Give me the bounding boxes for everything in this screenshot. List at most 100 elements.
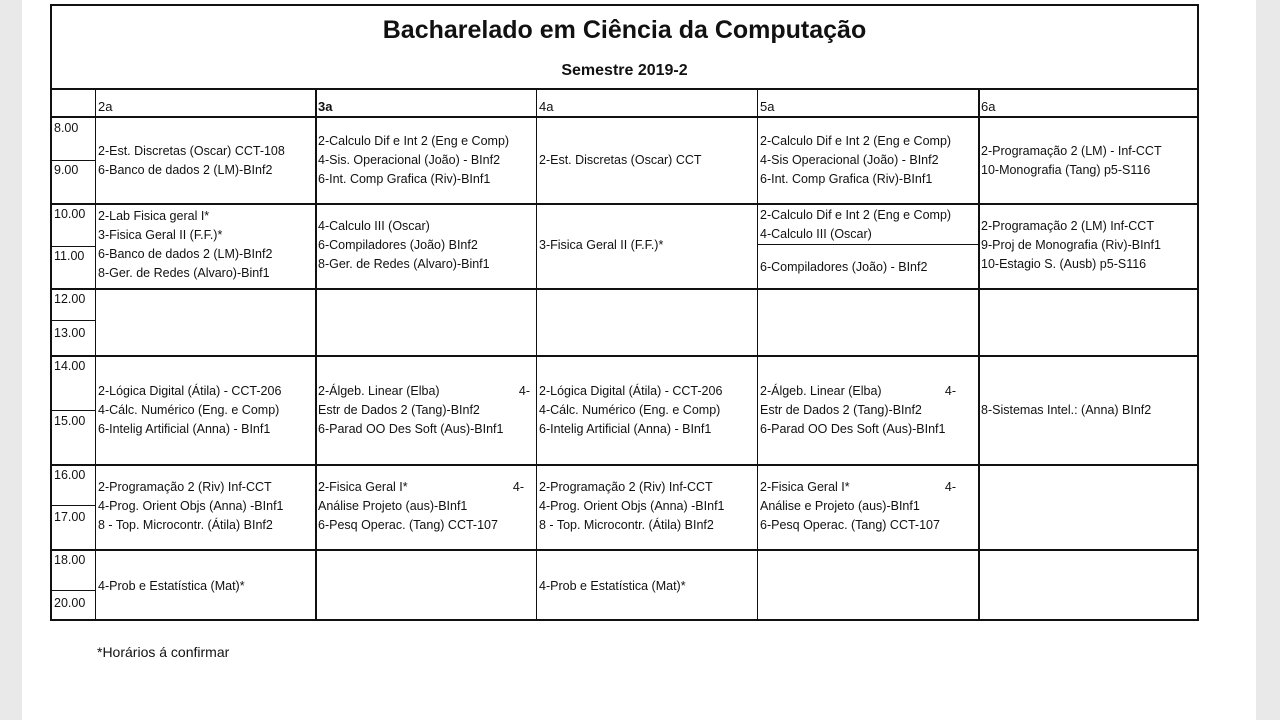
- class-entry: 4-Prog. Orient Objs (Anna) -BInf1: [98, 499, 284, 513]
- time-label: 9.00: [54, 163, 79, 177]
- class-entry: Análise Projeto (aus)-BInf1: [318, 499, 468, 513]
- class-entry: 4-Sis Operacional (João) - BInf2: [760, 153, 939, 167]
- class-cell: 2-Álgeb. Linear (Elba) 4- Estr de Dados 2…: [318, 382, 530, 439]
- page-title: Bacharelado em Ciência da Computação: [382, 16, 867, 44]
- class-entry: Análise e Projeto (aus)-BInf1: [760, 499, 920, 513]
- class-cell: 2-Programação 2 (Riv) Inf-CCT 4-Prog. Or…: [98, 478, 284, 535]
- class-entry: 8-Ger. de Redes (Alvaro)-Binf1: [98, 266, 270, 280]
- row-divider: [52, 288, 1197, 290]
- class-cell: 2-Programação 2 (LM) - Inf-CCT 10-Monogr…: [981, 142, 1162, 180]
- time-label: 15.00: [54, 414, 86, 428]
- class-entry: 2-Álgeb. Linear (Elba) 4-: [760, 382, 968, 401]
- class-entry-prefix: 4-: [512, 480, 524, 494]
- class-entry: 8 - Top. Microcontr. (Átila) BInf2: [98, 518, 273, 532]
- time-divider: [52, 320, 96, 321]
- class-entry: 8-Sistemas Intel.: (Anna) BInf2: [981, 403, 1152, 417]
- class-entry: 2-Lab Fisica geral I*: [98, 209, 210, 223]
- class-entry: 6-Parad OO Des Soft (Aus)-BInf1: [318, 422, 504, 436]
- time-label: 8.00: [54, 121, 79, 135]
- class-entry: 3-Fisica Geral II (F.F.)*: [98, 228, 223, 242]
- class-entry: 2-Programação 2 (LM) Inf-CCT: [981, 219, 1154, 233]
- class-cell: 2-Est. Discretas (Oscar) CCT: [539, 151, 702, 170]
- column-divider: [978, 89, 980, 619]
- class-cell: 2-Calculo Dif e Int 2 (Eng e Comp) 4-Sis…: [760, 132, 951, 189]
- class-entry: 9-Proj de Monografia (Riv)-BInf1: [981, 238, 1161, 252]
- class-entry-prefix: 4-: [944, 384, 956, 398]
- class-cell: 2-Calculo Dif e Int 2 (Eng e Comp) 4-Sis…: [318, 132, 509, 189]
- column-divider: [757, 89, 758, 619]
- time-label: 10.00: [54, 207, 86, 221]
- time-label: 13.00: [54, 326, 86, 340]
- class-entry: 2-Calculo Dif e Int 2 (Eng e Comp): [760, 134, 952, 148]
- time-label: 12.00: [54, 292, 86, 306]
- class-entry: 6-Banco de dados 2 (LM)-BInf2: [98, 247, 273, 261]
- time-divider: [52, 160, 96, 161]
- class-cell: 2-Programação 2 (Riv) Inf-CCT 4-Prog. Or…: [539, 478, 725, 535]
- header-row-divider: [52, 116, 1197, 118]
- class-cell: 4-Prob e Estatística (Mat)*: [98, 577, 245, 596]
- class-entry: 6-Compiladores (João) BInf2: [318, 238, 478, 252]
- class-entry-prefix: 4-: [944, 480, 956, 494]
- class-entry: 2-Est. Discretas (Oscar) CCT: [539, 153, 702, 167]
- time-label: 11.00: [54, 249, 85, 263]
- class-entry: 10-Monografia (Tang) p5-S116: [981, 163, 1151, 177]
- time-label: 20.00: [54, 596, 86, 610]
- class-cell: 6-Compiladores (João) - BInf2: [760, 258, 927, 277]
- class-entry: 6-Intelig Artificial (Anna) - BInf1: [539, 422, 712, 436]
- class-entry: 4-Prob e Estatística (Mat)*: [98, 579, 245, 593]
- day-header: 4a: [539, 99, 554, 114]
- class-entry: Estr de Dados 2 (Tang)-BInf2: [318, 403, 480, 417]
- class-entry-text: 2-Fisica Geral I*: [318, 480, 408, 494]
- class-cell: 2-Álgeb. Linear (Elba) 4- Estr de Dados 2…: [760, 382, 968, 439]
- title-divider: [52, 88, 1197, 90]
- class-entry: 8-Ger. de Redes (Alvaro)-Binf1: [318, 257, 490, 271]
- row-divider: [52, 355, 1197, 357]
- class-entry: 2-Est. Discretas (Oscar) CCT-108: [98, 144, 285, 158]
- class-cell: 2-Fisica Geral I* 4- Análise Projeto (aus…: [318, 478, 524, 535]
- day-header: 3a: [318, 99, 333, 114]
- class-entry-prefix: 4-: [518, 384, 530, 398]
- class-entry: 2-Calculo Dif e Int 2 (Eng e Comp): [760, 208, 952, 222]
- class-entry: 4-Sis. Operacional (João) - BInf2: [318, 153, 501, 167]
- class-entry: 6-Banco de dados 2 (LM)-BInf2: [98, 163, 273, 177]
- column-divider: [95, 89, 96, 619]
- time-label: 18.00: [54, 553, 86, 567]
- time-label: 16.00: [54, 468, 86, 482]
- class-entry: 10-Estagio S. (Ausb) p5-S116: [981, 257, 1147, 271]
- class-cell: 2-Calculo Dif e Int 2 (Eng e Comp) 4-Cal…: [760, 206, 951, 244]
- class-cell: 2-Est. Discretas (Oscar) CCT-108 6-Banco…: [98, 142, 285, 180]
- schedule-table: Bacharelado em Ciência da Computação Sem…: [50, 4, 1199, 621]
- class-entry: 4-Calculo III (Oscar): [318, 219, 430, 233]
- class-entry: 6-Pesq Operac. (Tang) CCT-107: [318, 518, 498, 532]
- class-entry: 4-Calculo III (Oscar): [760, 227, 872, 241]
- class-entry: 6-Int. Comp Grafica (Riv)-BInf1: [318, 172, 491, 186]
- class-entry: 6-Compiladores (João) - BInf2: [760, 260, 928, 274]
- semester-subtitle: Semestre 2019-2: [561, 62, 688, 79]
- day-header: 5a: [760, 99, 775, 114]
- class-cell: 4-Prob e Estatística (Mat)*: [539, 577, 686, 596]
- class-entry: 2-Fisica Geral I* 4-: [760, 478, 968, 497]
- class-cell: 4-Calculo III (Oscar) 6-Compiladores (Jo…: [318, 217, 490, 274]
- class-entry: 6-Pesq Operac. (Tang) CCT-107: [760, 518, 940, 532]
- class-entry: 2-Fisica Geral I* 4-: [318, 478, 524, 497]
- class-cell: 2-Programação 2 (LM) Inf-CCT 9-Proj de M…: [981, 217, 1161, 274]
- class-entry-text: 2-Fisica Geral I*: [760, 480, 850, 494]
- time-divider: [52, 246, 96, 247]
- class-entry: 2-Lógica Digital (Átila) - CCT-206: [98, 384, 282, 398]
- class-entry: 2-Calculo Dif e Int 2 (Eng e Comp): [318, 134, 510, 148]
- time-divider: [52, 410, 96, 411]
- class-entry: 4-Prob e Estatística (Mat)*: [539, 579, 686, 593]
- class-cell: 2-Lab Fisica geral I* 3-Fisica Geral II …: [98, 207, 272, 283]
- class-cell: 2-Lógica Digital (Átila) - CCT-206 4-Cál…: [539, 382, 722, 439]
- class-entry: 2-Lógica Digital (Átila) - CCT-206: [539, 384, 723, 398]
- row-divider: [52, 549, 1197, 551]
- class-entry: 2-Programação 2 (LM) - Inf-CCT: [981, 144, 1162, 158]
- class-entry: 2-Álgeb. Linear (Elba) 4-: [318, 382, 530, 401]
- class-entry: 6-Intelig Artificial (Anna) - BInf1: [98, 422, 271, 436]
- day-header: 6a: [981, 99, 996, 114]
- class-cell: 3-Fisica Geral II (F.F.)*: [539, 236, 663, 255]
- class-entry: 4-Cálc. Numérico (Eng. e Comp): [98, 403, 280, 417]
- column-divider: [536, 89, 537, 619]
- cell-split-divider: [758, 244, 978, 245]
- row-divider: [52, 203, 1197, 205]
